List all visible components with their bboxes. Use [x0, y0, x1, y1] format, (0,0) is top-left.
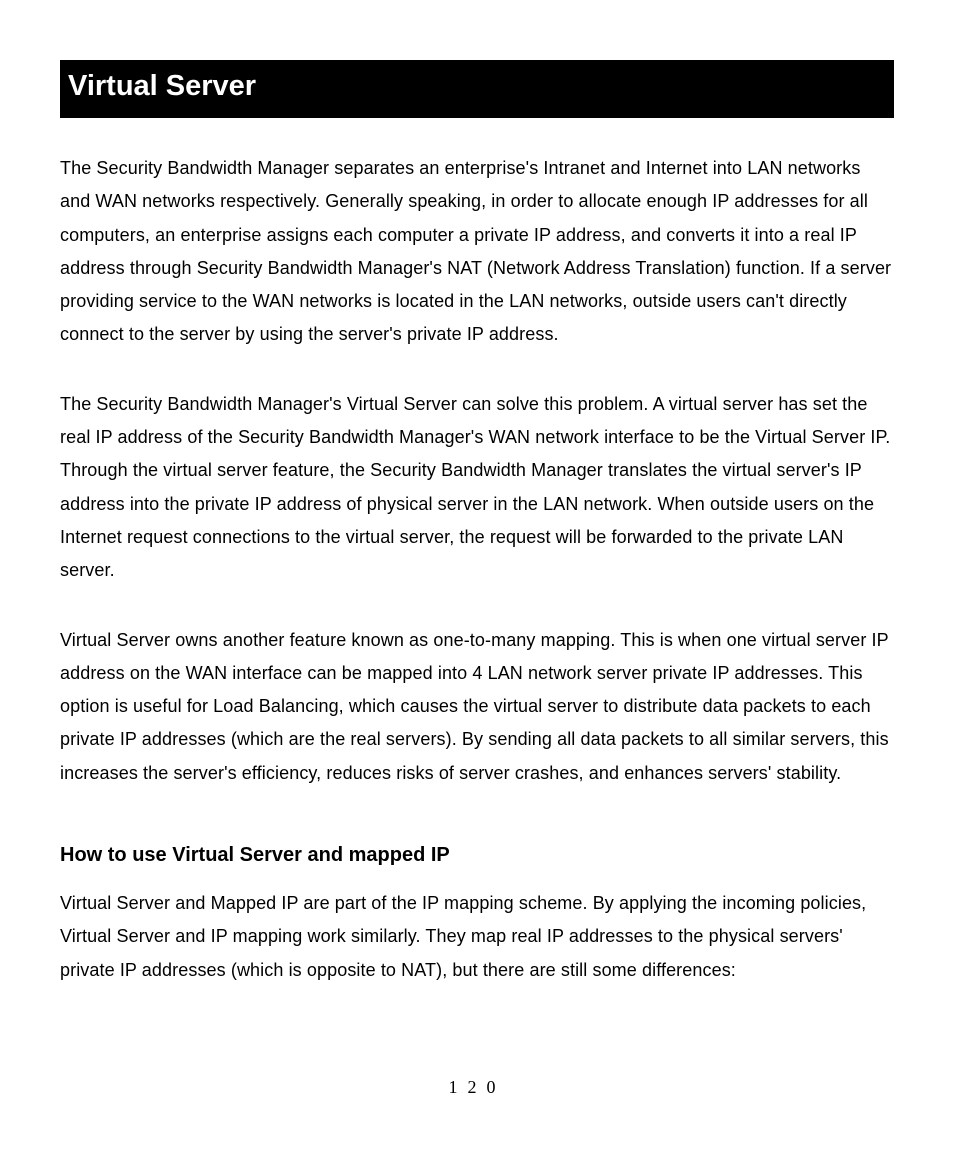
paragraph-4: Virtual Server and Mapped IP are part of… [60, 887, 894, 987]
paragraph-2: The Security Bandwidth Manager's Virtual… [60, 388, 894, 588]
subheading: How to use Virtual Server and mapped IP [60, 844, 894, 867]
page-number: 120 [60, 1077, 894, 1098]
paragraph-1: The Security Bandwidth Manager separates… [60, 152, 894, 352]
page-title: Virtual Server [60, 60, 894, 118]
paragraph-3: Virtual Server owns another feature know… [60, 624, 894, 790]
